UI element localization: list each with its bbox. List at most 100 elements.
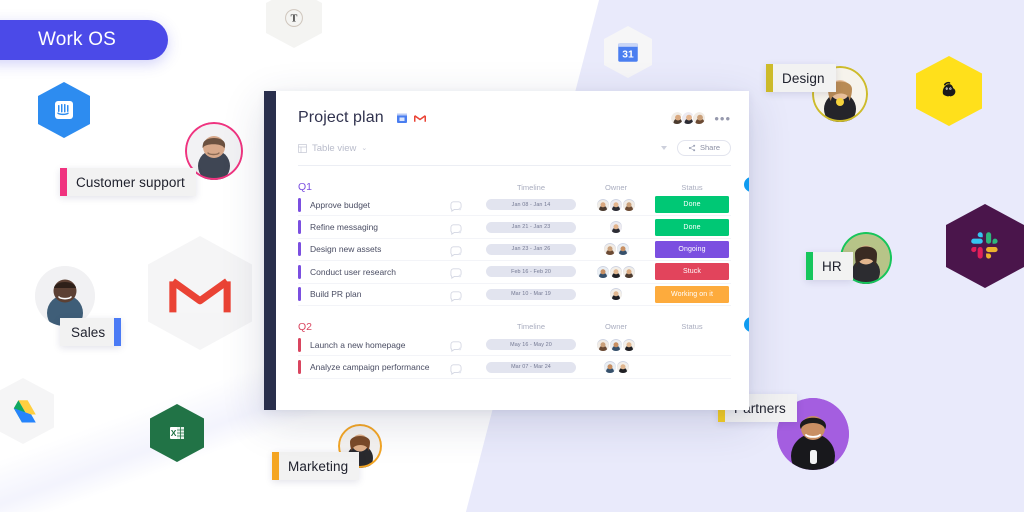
- chip-hr[interactable]: HR: [806, 252, 853, 280]
- status-cell[interactable]: Done: [655, 196, 729, 214]
- more-menu-icon[interactable]: •••: [714, 112, 731, 125]
- row-accent-bar: [298, 360, 301, 375]
- chip-design[interactable]: Design: [766, 64, 836, 92]
- avatar: [692, 111, 707, 125]
- timeline-cell[interactable]: May 16 - May 20: [486, 339, 576, 351]
- excel-glyph: X: [170, 427, 184, 439]
- table-row[interactable]: Analyze campaign performance Mar 07 - Mar…: [298, 356, 731, 379]
- status-cell[interactable]: [655, 359, 729, 376]
- owner-cell[interactable]: [589, 198, 643, 211]
- status-cell[interactable]: Ongoing: [655, 240, 729, 258]
- table-row[interactable]: Launch a new homepage May 16 - May 20: [298, 334, 731, 357]
- column-header-timeline: Timeline: [516, 182, 546, 192]
- work-os-badge: Work OS: [0, 20, 168, 60]
- timeline-cell[interactable]: Feb 16 - Feb 20: [486, 266, 576, 278]
- table-view-selector[interactable]: Table view ⌄: [298, 143, 367, 154]
- group-title: Q2: [298, 320, 313, 333]
- group-title: Q1: [298, 181, 313, 193]
- chip-sales[interactable]: Sales: [60, 318, 122, 346]
- timeline-cell[interactable]: Jan 08 - Jan 14: [486, 199, 576, 211]
- board-left-rail: [264, 91, 276, 410]
- timeline-cell[interactable]: Mar 10 - Mar 19: [486, 288, 576, 300]
- status-cell[interactable]: Working on it: [655, 285, 729, 303]
- comment-icon[interactable]: [450, 291, 462, 302]
- column-header-owner: Owner: [604, 322, 628, 332]
- mailchimp-glyph: [942, 81, 956, 98]
- row-accent-bar: [298, 337, 301, 352]
- avatar: [597, 265, 609, 278]
- board-group-q1: Q1 Timeline Owner Status + Approve budget Jan …: [298, 177, 749, 306]
- google-drive-glyph: [13, 400, 36, 423]
- task-name: Launch a new homepage: [310, 339, 406, 350]
- share-button[interactable]: Share: [676, 140, 731, 156]
- page-title: Project plan: [298, 109, 384, 126]
- status-cell[interactable]: Stuck: [655, 263, 729, 281]
- comment-icon[interactable]: [450, 339, 462, 353]
- comment-icon[interactable]: [450, 268, 462, 280]
- add-item-button[interactable]: +: [744, 316, 749, 332]
- slack-glyph: [971, 232, 998, 259]
- owner-cell[interactable]: [589, 221, 643, 234]
- comment-icon[interactable]: [450, 246, 462, 257]
- table-row[interactable]: Build PR plan Mar 10 - Mar 19 Working on i…: [298, 284, 731, 306]
- status-cell[interactable]: [655, 336, 729, 353]
- comment-icon[interactable]: [450, 362, 462, 375]
- avatar: [623, 265, 635, 278]
- comment-icon[interactable]: [450, 222, 462, 235]
- status-cell[interactable]: Done: [655, 218, 729, 236]
- task-name: Approve budget: [310, 199, 371, 210]
- gmail-icon[interactable]: [413, 112, 426, 124]
- table-row[interactable]: Design new assets Jan 23 - Jan 26 Ongoing: [298, 239, 731, 262]
- timeline-cell[interactable]: Jan 21 - Jan 23: [486, 221, 576, 233]
- avatar: [623, 198, 635, 211]
- hero-illustration: Work OS T 31 X Customer support Sales Ma…: [0, 0, 1024, 512]
- owner-cell[interactable]: [589, 361, 643, 374]
- chip-label: HR: [822, 258, 842, 274]
- table-row[interactable]: Conduct user research Feb 16 - Feb 20 Stuc…: [298, 261, 731, 284]
- comment-icon[interactable]: [450, 201, 462, 213]
- owner-cell[interactable]: [589, 265, 643, 278]
- chip-label: Sales: [71, 324, 106, 340]
- comment-icon[interactable]: [450, 199, 462, 213]
- avatar: [610, 265, 622, 278]
- timeline-cell[interactable]: Jan 23 - Jan 26: [486, 243, 576, 255]
- board-collaborators[interactable]: [670, 111, 707, 125]
- share-icon: [688, 144, 696, 152]
- avatar: [610, 198, 622, 211]
- chip-label: Marketing: [288, 458, 349, 474]
- owner-cell[interactable]: [589, 338, 643, 351]
- owner-cell[interactable]: [589, 243, 643, 256]
- avatar-sales: [35, 266, 95, 326]
- comment-icon[interactable]: [450, 363, 462, 375]
- table-row[interactable]: Refine messaging Jan 21 - Jan 23 Done: [298, 216, 731, 239]
- timeline-cell[interactable]: Mar 07 - Mar 24: [486, 361, 576, 373]
- chip-customer-support[interactable]: Customer support: [60, 168, 196, 196]
- table-row[interactable]: Approve budget Jan 08 - Jan 14 Done: [298, 194, 731, 217]
- task-name: Design new assets: [310, 244, 382, 255]
- table-view-label: Table view: [312, 142, 357, 154]
- work-os-label: Work OS: [37, 29, 117, 50]
- todoist-glyph: T: [285, 9, 303, 27]
- row-accent-bar: [298, 287, 301, 302]
- board-toolbar: Table view ⌄ Share: [298, 140, 731, 166]
- avatar: [597, 338, 609, 351]
- google-calendar-icon[interactable]: [396, 112, 408, 124]
- avatar: [603, 243, 616, 256]
- board-header: Project plan •••: [298, 109, 731, 127]
- google-calendar-glyph: 31: [618, 43, 638, 62]
- svg-text:31: 31: [622, 50, 634, 61]
- owner-cell[interactable]: [589, 288, 643, 301]
- add-item-button[interactable]: +: [744, 177, 749, 192]
- comment-icon[interactable]: [450, 224, 462, 235]
- filter-caret-icon[interactable]: [660, 146, 667, 150]
- group-header: Q1 Timeline Owner Status +: [298, 177, 749, 194]
- chip-marketing[interactable]: Marketing: [272, 452, 360, 480]
- column-header-status: Status: [681, 182, 703, 192]
- project-board-card: Project plan ••• Table view ⌄ Share Q1 T…: [264, 91, 749, 410]
- avatar: [610, 288, 622, 301]
- comment-icon[interactable]: [450, 244, 462, 257]
- comment-icon[interactable]: [450, 266, 462, 280]
- comment-icon[interactable]: [450, 289, 462, 302]
- chip-accent-bar: [272, 452, 279, 480]
- comment-icon[interactable]: [450, 341, 462, 353]
